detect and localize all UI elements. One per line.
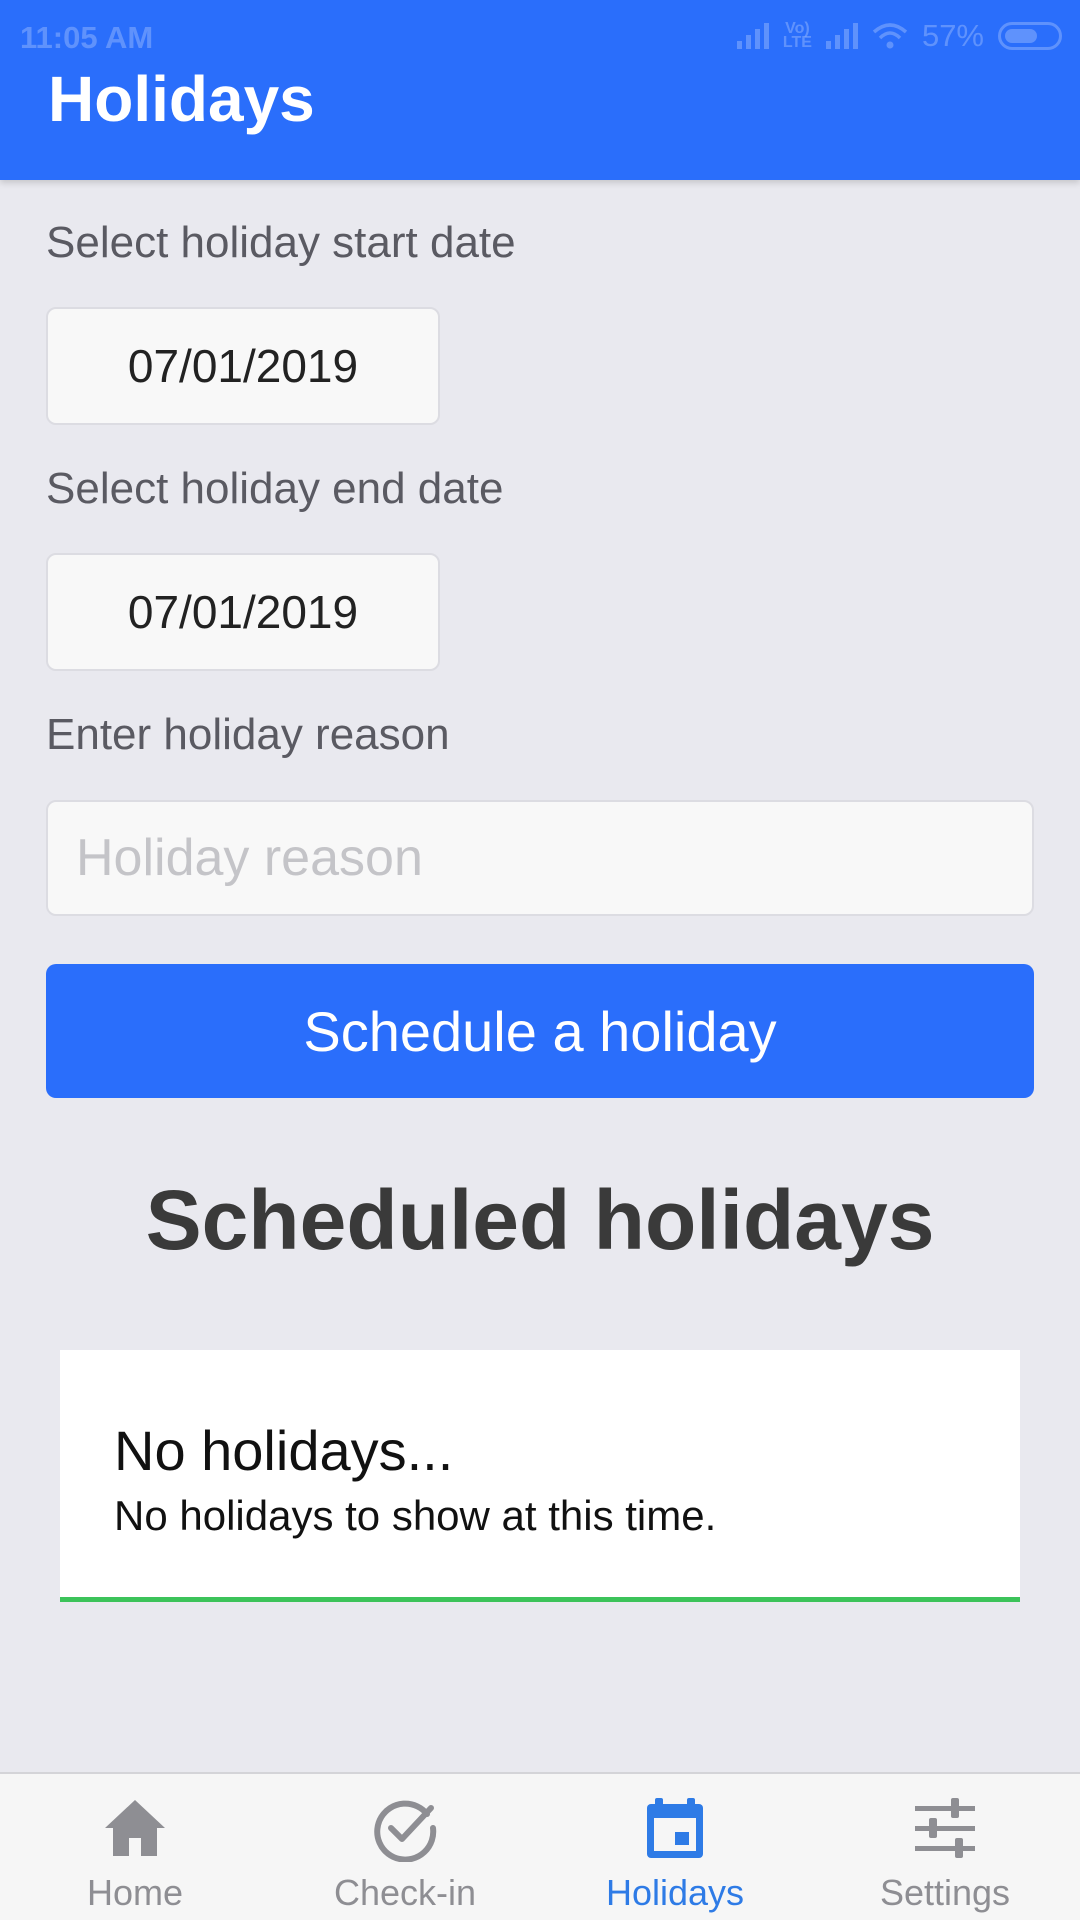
page-title: Holidays: [48, 63, 315, 135]
calendar-icon: [647, 1798, 703, 1858]
sliders-icon: [915, 1798, 975, 1858]
schedule-holiday-button[interactable]: Schedule a holiday: [46, 964, 1034, 1098]
end-date-picker[interactable]: 07/01/2019: [46, 553, 440, 671]
reason-label: Enter holiday reason: [46, 710, 450, 759]
empty-holidays-card: No holidays... No holidays to show at th…: [60, 1350, 1020, 1602]
check-circle-icon: [374, 1800, 437, 1862]
status-icons: Vo) LTE 57%: [736, 18, 1062, 54]
signal-icon-2: [825, 23, 858, 49]
battery-icon: [998, 22, 1062, 50]
tab-check-in[interactable]: Check-in: [270, 1774, 540, 1920]
status-time: 11:05 AM: [20, 20, 154, 55]
empty-card-title: No holidays...: [114, 1419, 454, 1482]
battery-percent: 57%: [921, 18, 984, 53]
tab-home-label: Home: [86, 1872, 184, 1913]
start-date-picker[interactable]: 07/01/2019: [46, 307, 440, 425]
volte-icon: Vo) LTE: [782, 20, 812, 51]
tab-home[interactable]: Home: [0, 1774, 270, 1920]
app-header: 11:05 AM Vo) LTE 57% Holidays: [0, 0, 1080, 180]
tab-settings-label: Settings: [879, 1872, 1011, 1913]
tab-holidays-label: Holidays: [605, 1872, 745, 1913]
reason-input[interactable]: [46, 800, 1034, 916]
tab-holidays[interactable]: Holidays: [540, 1774, 810, 1920]
scheduled-holidays-title: Scheduled holidays: [145, 1173, 935, 1267]
tab-settings[interactable]: Settings: [810, 1774, 1080, 1920]
signal-icon: [736, 23, 769, 49]
home-icon: [105, 1800, 165, 1856]
tab-check-in-label: Check-in: [333, 1872, 477, 1913]
end-date-label: Select holiday end date: [46, 464, 504, 513]
start-date-value: 07/01/2019: [127, 340, 359, 392]
wifi-icon: [872, 23, 908, 49]
start-date-label: Select holiday start date: [46, 218, 516, 267]
empty-card-text: No holidays to show at this time.: [114, 1492, 717, 1539]
bottom-tab-bar: Home Check-in Holidays Settings: [0, 1772, 1080, 1920]
end-date-value: 07/01/2019: [127, 586, 359, 638]
